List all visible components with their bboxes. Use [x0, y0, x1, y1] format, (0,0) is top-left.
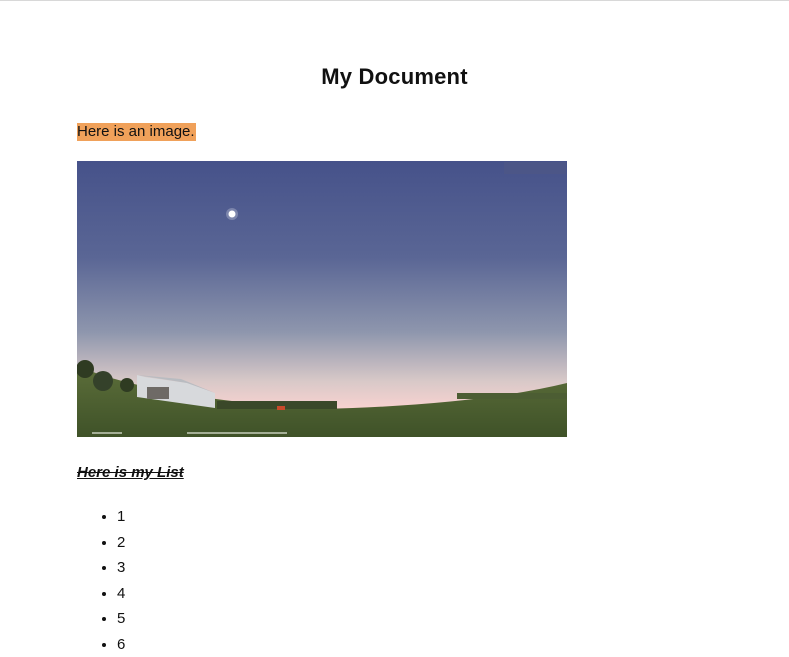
- list-heading: Here is my List: [77, 464, 184, 481]
- list-item: 4: [117, 581, 125, 607]
- intro-text: Here is an image.: [77, 123, 196, 141]
- list-item: 5: [117, 606, 125, 632]
- number-list: 1 2 3 4 5 6: [77, 504, 125, 657]
- list-item: 1: [117, 504, 125, 530]
- sky-image-graphic: [77, 161, 567, 437]
- list-item: 6: [117, 632, 125, 657]
- list-item: 2: [117, 530, 125, 556]
- sky-image: [77, 161, 567, 437]
- document-page: My Document Here is an image.: [0, 0, 789, 651]
- page-title: My Document: [0, 64, 789, 90]
- list-item: 3: [117, 555, 125, 581]
